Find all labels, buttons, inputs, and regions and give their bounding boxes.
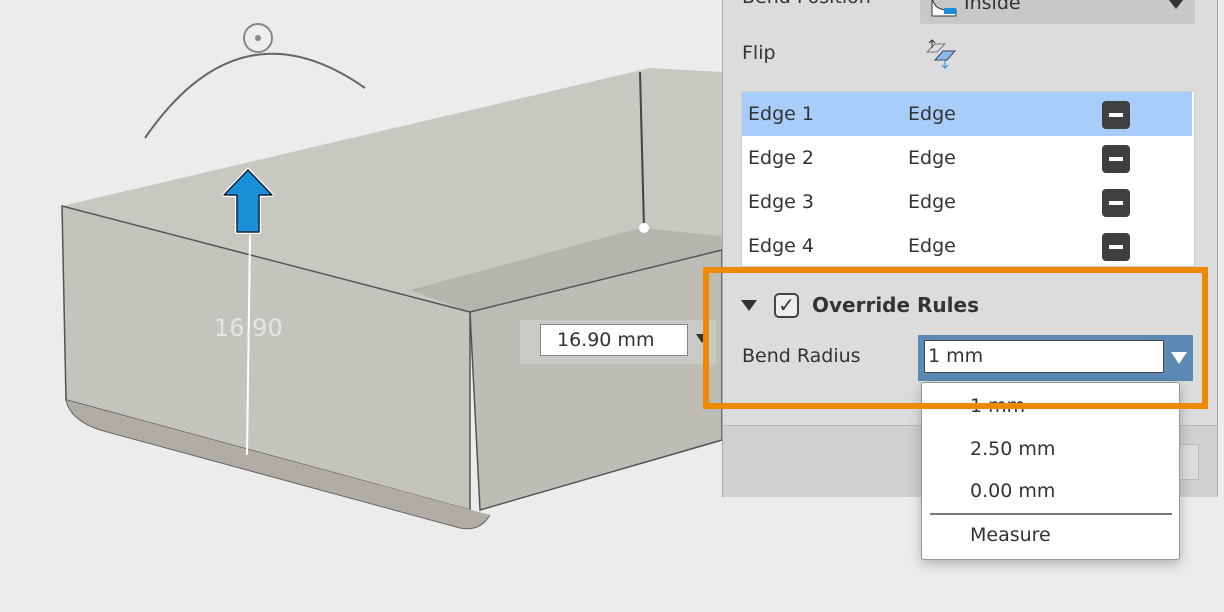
edge-name: Edge 3 <box>748 191 814 213</box>
edge-type: Edge <box>908 191 956 213</box>
remove-icon[interactable] <box>1102 101 1130 129</box>
edge-name: Edge 4 <box>748 235 814 257</box>
edge-type: Edge <box>908 103 956 125</box>
flip-icon[interactable] <box>923 38 959 70</box>
flip-label: Flip <box>742 42 776 64</box>
bend-position-value: Inside <box>964 0 1021 14</box>
edge-row[interactable]: Edge 4 Edge <box>742 224 1192 268</box>
bend-inside-icon <box>931 0 957 17</box>
rotation-arc <box>144 52 366 139</box>
edge-name: Edge 1 <box>748 103 814 125</box>
edge-row[interactable]: Edge 3 Edge <box>742 180 1192 224</box>
menu-divider <box>930 513 1172 515</box>
edge-type: Edge <box>908 147 956 169</box>
edge-name: Edge 2 <box>748 147 814 169</box>
chevron-down-icon <box>1169 0 1183 9</box>
menu-item[interactable]: 0.00 mm <box>970 480 1055 502</box>
bend-position-select[interactable]: Inside <box>920 0 1195 24</box>
highlight-box <box>703 267 1208 409</box>
dimension-input-widget: 16.90 mm <box>520 320 716 364</box>
menu-item[interactable]: 2.50 mm <box>970 438 1055 460</box>
edge-row[interactable]: Edge 2 Edge <box>742 136 1192 180</box>
edge-list: Edge 1 Edge Edge 2 Edge Edge 3 Edge Edge 4E… <box>741 91 1195 267</box>
remove-icon[interactable] <box>1102 145 1130 173</box>
remove-icon[interactable] <box>1102 189 1130 217</box>
bend-position-label: Bend Position <box>742 0 871 8</box>
remove-icon[interactable] <box>1102 233 1130 261</box>
edge-type: Edge <box>908 235 956 257</box>
dimension-label: 16.90 <box>214 314 283 342</box>
menu-item-measure[interactable]: Measure <box>970 524 1051 546</box>
edge-row[interactable]: Edge 1 Edge <box>742 92 1192 136</box>
dimension-input[interactable]: 16.90 mm <box>540 324 688 356</box>
